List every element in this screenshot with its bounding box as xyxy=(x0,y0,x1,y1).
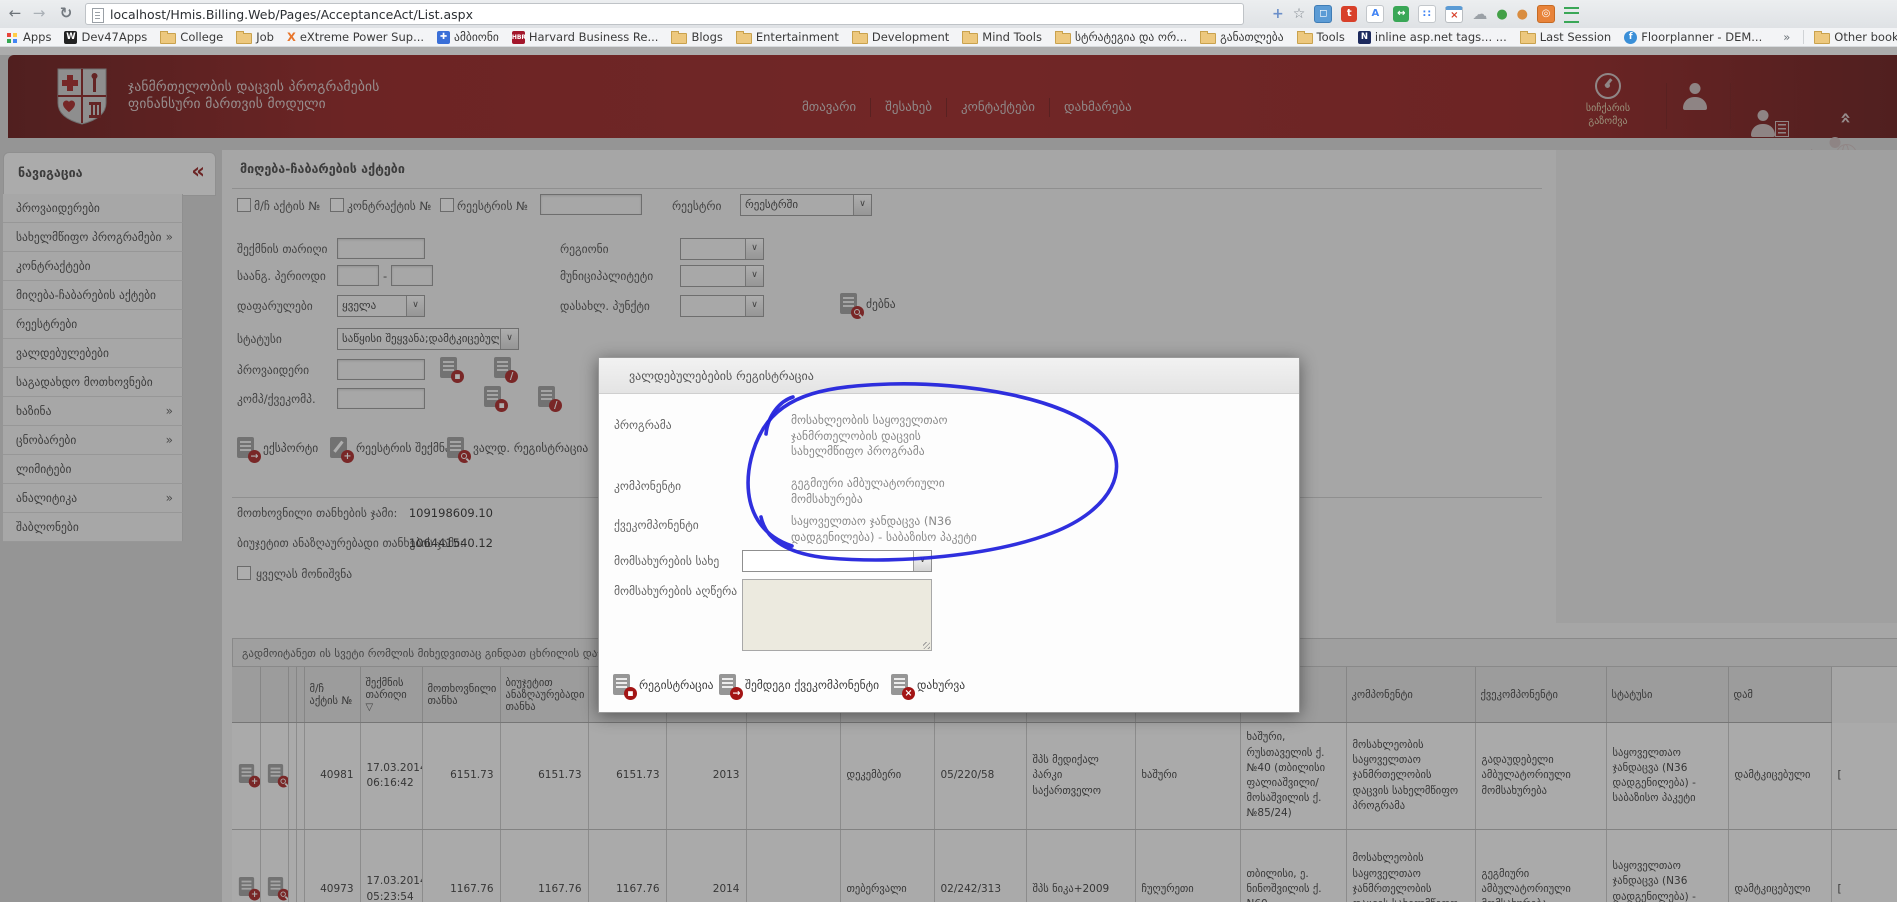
n-icon: N xyxy=(1358,31,1371,44)
pin-extension-icon[interactable]: ● xyxy=(1496,7,1507,22)
cookie-extension-icon[interactable]: ● xyxy=(1517,7,1528,22)
bookmark-item[interactable]: HBRHarvard Business Re... xyxy=(512,30,659,44)
floorplanner-icon: f xyxy=(1624,31,1637,44)
component-value: გეგმიური ამბულატორიული მომსახურება xyxy=(791,476,1031,507)
bookmark-item[interactable]: fFloorplanner - DEM... xyxy=(1624,30,1762,44)
service-type-select[interactable]: ∨ xyxy=(742,550,932,572)
t-extension-icon[interactable]: t xyxy=(1341,6,1357,22)
forward-icon[interactable]: → xyxy=(28,2,50,25)
resizer-extension-icon[interactable]: ↔ xyxy=(1393,6,1409,22)
component-label: კომპონენტი xyxy=(614,479,681,493)
w-icon: W xyxy=(64,31,77,44)
folder-icon xyxy=(160,33,176,44)
bookmark-item[interactable]: Ninline asp.net tags... ... xyxy=(1358,30,1507,44)
program-label: პროგრამა xyxy=(614,418,672,432)
bookmark-item[interactable]: Job xyxy=(236,30,274,44)
bookmark-item[interactable]: College xyxy=(160,30,223,44)
next-subcomponent-button[interactable]: → შემდეგი ქვეკომპონენტი xyxy=(719,674,879,695)
dots-grid-extension-icon[interactable]: :: xyxy=(1418,5,1436,23)
screen: ← → ↻ localhost/Hmis.Billing.Web/Pages/A… xyxy=(0,0,1897,902)
bookmark-apps[interactable]: Apps xyxy=(6,30,51,44)
folder-icon xyxy=(1520,33,1536,44)
bookmark-item[interactable]: Mind Tools xyxy=(962,30,1042,44)
bookmark-item[interactable]: XeXtreme Power Sup... xyxy=(287,30,424,44)
close-doc-icon: × xyxy=(891,674,908,695)
extension-row: + ☆ ◻ t A ↔ :: × ☁ ● ● ◎ xyxy=(1272,5,1579,23)
app-page: ჯანმრთელობის დაცვის პროგრამების ფინანსურ… xyxy=(0,47,1897,902)
cloud-extension-icon[interactable]: ☁ xyxy=(1472,5,1487,23)
folder-icon xyxy=(236,33,252,44)
x-icon: X xyxy=(287,30,296,44)
service-type-label: მომსახურების სახე xyxy=(614,554,719,568)
folder-icon xyxy=(1297,33,1313,44)
next-doc-icon: → xyxy=(719,674,736,695)
close-button[interactable]: × დახურვა xyxy=(891,674,965,695)
service-desc-textarea[interactable] xyxy=(742,579,932,651)
back-icon[interactable]: ← xyxy=(4,2,26,25)
folder-icon xyxy=(736,33,752,44)
chrome-menu-icon[interactable] xyxy=(1564,7,1579,23)
bookmark-item[interactable]: სტრატეგია და ორ... xyxy=(1055,30,1187,44)
register-button[interactable]: ▪ რეგისტრაცია xyxy=(613,674,714,695)
wrench-extension-icon[interactable]: ◎ xyxy=(1537,5,1555,23)
bookmarks-bar: Apps WDev47Apps College Job XeXtreme Pow… xyxy=(0,28,1897,47)
move-icon[interactable]: + xyxy=(1272,6,1284,22)
bookmark-item[interactable]: Development xyxy=(852,30,949,44)
other-bookmarks[interactable]: Other bookmar... xyxy=(1803,30,1897,44)
folder-icon xyxy=(671,33,687,44)
service-desc-label: მომსახურების აღწერა xyxy=(614,584,737,598)
folder-icon xyxy=(962,33,978,44)
bookmark-item[interactable]: ✚ამბიონი xyxy=(437,30,499,44)
bookmark-item[interactable]: Last Session xyxy=(1520,30,1612,44)
register-doc-icon: ▪ xyxy=(613,674,630,695)
page-icon xyxy=(92,8,104,23)
folder-icon xyxy=(852,33,868,44)
folder-icon xyxy=(1814,33,1830,44)
screenshot-extension-icon[interactable]: ◻ xyxy=(1314,5,1332,23)
folder-icon xyxy=(1200,33,1216,44)
bookmark-item[interactable]: Entertainment xyxy=(736,30,839,44)
subcomponent-value: საყოველთაო ჯანდაცვა (N36 დადგენილება) - … xyxy=(791,514,1031,545)
bookmark-item[interactable]: WDev47Apps xyxy=(64,30,147,44)
bookmarks-overflow-chevron[interactable]: » xyxy=(1783,30,1790,44)
cross-icon: ✚ xyxy=(437,31,450,44)
hbr-icon: HBR xyxy=(512,31,525,44)
dropdown-arrow-icon: ∨ xyxy=(913,551,931,571)
translate-extension-icon[interactable]: A xyxy=(1366,5,1384,23)
bookmark-star-icon[interactable]: ☆ xyxy=(1293,6,1306,22)
refresh-icon[interactable]: ↻ xyxy=(55,2,77,25)
bookmark-item[interactable]: Blogs xyxy=(671,30,722,44)
subcomponent-label: ქვეკომპონენტი xyxy=(614,518,699,532)
bookmark-item[interactable]: Tools xyxy=(1297,30,1345,44)
program-value: მოსახლეობის საყოველთაო ჯანმრთელობის დაცვ… xyxy=(791,413,1031,460)
apps-grid-icon xyxy=(7,33,11,37)
bookmark-item[interactable]: განათლება xyxy=(1200,30,1283,44)
calendar-extension-icon[interactable]: × xyxy=(1445,6,1463,23)
folder-icon xyxy=(1055,33,1071,44)
obligations-registration-dialog: ვალდებულებების რეგისტრაცია პროგრამა მოსა… xyxy=(598,357,1300,713)
url-text[interactable]: localhost/Hmis.Billing.Web/Pages/Accepta… xyxy=(110,7,473,22)
resize-handle-icon[interactable] xyxy=(923,642,930,649)
browser-toolbar: ← → ↻ localhost/Hmis.Billing.Web/Pages/A… xyxy=(0,0,1897,29)
dialog-title[interactable]: ვალდებულებების რეგისტრაცია xyxy=(599,358,1299,394)
address-bar[interactable]: localhost/Hmis.Billing.Web/Pages/Accepta… xyxy=(85,3,1244,25)
